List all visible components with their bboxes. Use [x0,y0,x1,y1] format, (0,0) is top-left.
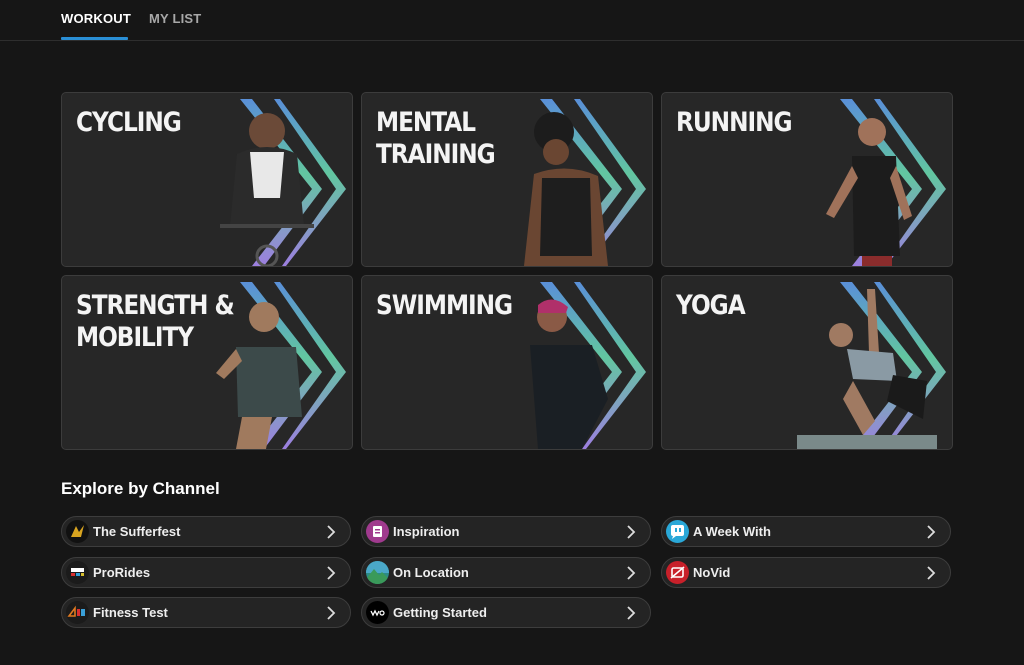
mountain-icon [366,561,389,584]
channel-label: NoVid [693,565,731,580]
chevron-right-icon [627,566,636,580]
prorides-icon [66,561,89,584]
workout-card-yoga[interactable]: YOGA [661,275,953,450]
channel-prorides[interactable]: ProRides [61,557,351,588]
channel-label: The Sufferfest [93,524,181,539]
channel-novid[interactable]: NoVid [661,557,951,588]
card-title: CYCLING [76,107,182,138]
chevron-right-icon [627,606,636,620]
chevron-right-icon [327,525,336,539]
top-nav: WORKOUT MY LIST [0,0,1024,41]
channel-the-sufferfest[interactable]: The Sufferfest [61,516,351,547]
card-title: YOGA [676,290,746,321]
chevron-right-icon [327,606,336,620]
inspiration-icon [366,520,389,543]
yoga-photo [797,289,937,449]
workout-card-mental-training[interactable]: MENTAL TRAINING [361,92,653,267]
wahoo-icon [366,601,389,624]
channel-label: Inspiration [393,524,460,539]
chevron-right-icon [327,566,336,580]
tab-workout[interactable]: WORKOUT [61,11,131,26]
card-title: STRENGTH & MOBILITY [76,290,235,353]
workout-card-running[interactable]: RUNNING [661,92,953,267]
meditation-photo [524,112,608,266]
channel-label: On Location [393,565,469,580]
cyclist-photo [220,113,314,266]
a-week-with-icon [666,520,689,543]
runner-photo [826,118,912,266]
channel-fitness-test[interactable]: Fitness Test [61,597,351,628]
explore-by-channel-heading: Explore by Channel [61,479,220,498]
chevron-right-icon [627,525,636,539]
channel-label: Getting Started [393,605,487,620]
card-title: MENTAL TRAINING [376,107,496,170]
channel-label: Fitness Test [93,605,168,620]
channel-on-location[interactable]: On Location [361,557,651,588]
swimmer-photo [530,299,608,449]
channel-label: ProRides [93,565,151,580]
channel-label: A Week With [693,524,771,539]
channel-getting-started[interactable]: Getting Started [361,597,651,628]
workout-card-swimming[interactable]: SWIMMING [361,275,653,450]
channel-inspiration[interactable]: Inspiration [361,516,651,547]
tab-my-list[interactable]: MY LIST [149,11,201,26]
channel-a-week-with[interactable]: A Week With [661,516,951,547]
card-title: RUNNING [676,107,793,138]
active-tab-indicator [61,37,128,40]
workout-card-strength-mobility[interactable]: STRENGTH & MOBILITY [61,275,353,450]
chevron-right-icon [927,566,936,580]
card-title: SWIMMING [376,290,513,321]
novid-icon [666,561,689,584]
workout-card-cycling[interactable]: CYCLING [61,92,353,267]
4dp-icon [66,601,89,624]
chevron-right-icon [927,525,936,539]
sufferfest-logo-icon [66,520,89,543]
